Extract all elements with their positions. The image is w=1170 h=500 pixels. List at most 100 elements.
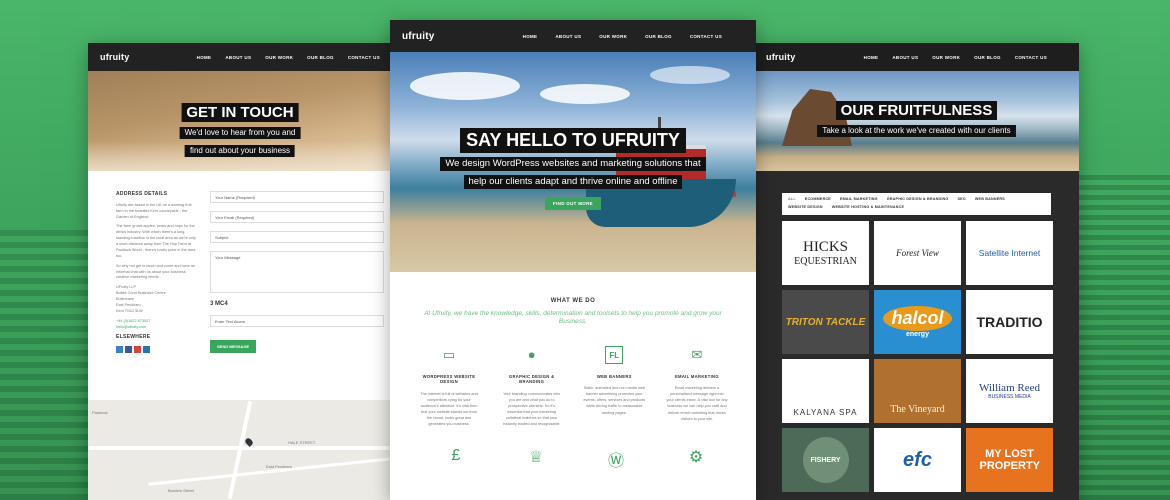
portfolio-tile[interactable]: KALYANA SPA bbox=[782, 359, 869, 423]
address-p2: The farm grows apples, pears and hops fo… bbox=[116, 224, 196, 258]
nav-about[interactable]: ABOUT US bbox=[892, 55, 918, 60]
portfolio-tile[interactable]: TRADITIO bbox=[966, 290, 1053, 354]
portfolio-tile[interactable]: Satellite Internet bbox=[966, 221, 1053, 285]
tile-sublabel: BUSINESS MEDIA bbox=[988, 394, 1031, 400]
send-message-button[interactable]: SEND MESSAGE bbox=[210, 340, 257, 353]
nav-work[interactable]: OUR WORK bbox=[265, 55, 293, 60]
nav-home[interactable]: HOME bbox=[197, 55, 212, 60]
portfolio-tile[interactable]: TRITON TACKLE bbox=[782, 290, 869, 354]
subject-field[interactable]: Subject bbox=[210, 231, 384, 243]
hero-subtitle-1: We design WordPress websites and marketi… bbox=[440, 157, 706, 171]
portfolio-tile[interactable]: William Reed BUSINESS MEDIA bbox=[966, 359, 1053, 423]
linkedin-icon[interactable] bbox=[143, 346, 150, 354]
nav-home[interactable]: HOME bbox=[864, 55, 879, 60]
pound-icon: £ bbox=[451, 447, 461, 465]
filter-all[interactable]: ALL bbox=[788, 197, 796, 201]
googleplus-icon[interactable] bbox=[134, 346, 141, 354]
captcha-image: 3 MC4 bbox=[210, 301, 228, 307]
logo[interactable]: ufruity bbox=[402, 31, 435, 42]
portfolio-tile[interactable]: HICKS EQUESTRIAN bbox=[782, 221, 869, 285]
nav-blog[interactable]: OUR BLOG bbox=[645, 34, 672, 39]
tile-label: KALYANA SPA bbox=[793, 408, 858, 417]
logo[interactable]: ufruity bbox=[100, 52, 129, 62]
address-details: ADDRESS DETAILS Ufruity are based in the… bbox=[116, 191, 196, 354]
portfolio-tile[interactable]: Forest View bbox=[874, 221, 961, 285]
email-link[interactable]: hello@ufruity.com bbox=[116, 325, 146, 329]
service-text: The internet is full of websites and com… bbox=[420, 391, 478, 427]
trophy-icon: ♕ bbox=[528, 449, 544, 467]
home-page-screenshot: ufruity HOME ABOUT US OUR WORK OUR BLOG … bbox=[390, 20, 756, 500]
service-banners: FL WEB BANNERS Static, animated and rich… bbox=[583, 345, 646, 428]
service-text: Static, animated and rich media web bann… bbox=[583, 386, 646, 415]
nav-work[interactable]: OUR WORK bbox=[932, 55, 960, 60]
portfolio-tile[interactable]: efc bbox=[874, 428, 961, 492]
filter-email[interactable]: EMAIL MARKETING bbox=[840, 197, 878, 201]
twitter-icon[interactable] bbox=[116, 346, 123, 354]
tile-label: TRITON TACKLE bbox=[785, 316, 866, 328]
filter-graphic[interactable]: GRAPHIC DESIGN & BRANDING bbox=[887, 197, 949, 201]
monitor-icon: ▭ bbox=[442, 346, 456, 362]
tile-label: MY LOST PROPERTY bbox=[979, 447, 1041, 472]
services-list: ▭ WORDPRESS WEBSITE DESIGN The internet … bbox=[390, 326, 756, 428]
map-label: Paddock bbox=[92, 410, 108, 415]
filter-banners[interactable]: WEB BANNERS bbox=[975, 197, 1005, 201]
filter-ecommerce[interactable]: ECOMMERCE bbox=[805, 197, 831, 201]
what-we-do-lead: At Ufruity, we have the knowledge, skill… bbox=[424, 310, 722, 325]
nav-home[interactable]: HOME bbox=[523, 34, 538, 39]
navbar: ufruity HOME ABOUT US OUR WORK OUR BLOG … bbox=[88, 43, 392, 71]
service-title: WEB BANNERS bbox=[596, 373, 632, 379]
portfolio-tile[interactable]: FISHERY bbox=[782, 428, 869, 492]
what-we-do-title: WHAT WE DO bbox=[550, 298, 596, 304]
captcha-field[interactable]: Enter Text Above bbox=[210, 315, 384, 327]
nav-contact[interactable]: CONTACT US bbox=[348, 55, 380, 60]
nav-work[interactable]: OUR WORK bbox=[599, 34, 627, 39]
hero: GET IN TOUCH We'd love to hear from you … bbox=[88, 71, 392, 171]
address-company: UFruity LLP bbox=[116, 285, 137, 290]
portfolio-tile[interactable]: halcol energy bbox=[874, 290, 961, 354]
cloud bbox=[650, 66, 730, 84]
tile-label: efc bbox=[903, 448, 932, 471]
address-line1: Boltek Court Business Centre bbox=[116, 291, 166, 296]
hero-subtitle-2: help our clients adapt and thrive online… bbox=[463, 175, 683, 189]
contact-form: Your Name (Required) Your Email (Require… bbox=[210, 191, 384, 353]
navbar: ufruity HOME ABOUT US OUR WORK OUR BLOG … bbox=[754, 43, 1079, 71]
nav-menu: HOME ABOUT US OUR WORK OUR BLOG CONTACT … bbox=[523, 34, 722, 39]
contact-page-screenshot: ufruity HOME ABOUT US OUR WORK OUR BLOG … bbox=[88, 43, 392, 500]
logo[interactable]: ufruity bbox=[766, 52, 795, 62]
map-road bbox=[227, 400, 253, 500]
nav-about[interactable]: ABOUT US bbox=[555, 34, 581, 39]
name-field[interactable]: Your Name (Required) bbox=[210, 191, 384, 203]
message-field[interactable]: Your Message bbox=[210, 251, 384, 293]
filter-seo[interactable]: SEO bbox=[957, 197, 965, 201]
nav-about[interactable]: ABOUT US bbox=[225, 55, 251, 60]
services-icons-row-2: £ ♕ Ⓦ ⚙ bbox=[390, 427, 756, 471]
social-links bbox=[116, 346, 196, 354]
hero-subtitle-2: find out about your business bbox=[184, 145, 296, 157]
nav-menu: HOME ABOUT US OUR WORK OUR BLOG CONTACT … bbox=[197, 55, 380, 60]
nav-blog[interactable]: OUR BLOG bbox=[974, 55, 1001, 60]
tile-label: The Vineyard bbox=[890, 404, 945, 415]
hero-text: SAY HELLO TO UFRUITY We design WordPress… bbox=[423, 128, 723, 210]
nav-contact[interactable]: CONTACT US bbox=[690, 34, 722, 39]
filter-hosting[interactable]: WEBSITE HOSTING & MAINTENANCE bbox=[832, 205, 904, 209]
portfolio-tile[interactable]: The Vineyard bbox=[874, 359, 961, 423]
nav-blog[interactable]: OUR BLOG bbox=[307, 55, 334, 60]
facebook-icon[interactable] bbox=[125, 346, 132, 354]
hero: OUR FRUITFULNESS Take a look at the work… bbox=[754, 71, 1079, 171]
hero-title: SAY HELLO TO UFRUITY bbox=[460, 128, 686, 153]
email-field[interactable]: Your Email (Required) bbox=[210, 211, 384, 223]
cloud bbox=[410, 72, 520, 100]
address-line3: East Peckham bbox=[116, 302, 141, 307]
service-graphic: ● GRAPHIC DESIGN & BRANDING Your brandin… bbox=[501, 346, 563, 428]
filter-website-design[interactable]: WEBSITE DESIGN bbox=[788, 205, 823, 209]
address-block: UFruity LLP Boltek Court Business Centre… bbox=[116, 285, 196, 314]
find-out-more-button[interactable]: FIND OUT MORE bbox=[545, 197, 601, 210]
portfolio-tile[interactable]: MY LOST PROPERTY bbox=[966, 428, 1053, 492]
tile-sublabel: EQUESTRIAN bbox=[794, 256, 857, 267]
map[interactable]: HALE STREET East Peckham Borders Street … bbox=[88, 400, 392, 500]
nav-contact[interactable]: CONTACT US bbox=[1015, 55, 1047, 60]
service-title: EMAIL MARKETING bbox=[674, 373, 719, 379]
portfolio-page-screenshot: ufruity HOME ABOUT US OUR WORK OUR BLOG … bbox=[754, 43, 1079, 500]
phone-link[interactable]: +44 (0)1622 873027 bbox=[116, 319, 150, 323]
map-label: East Peckham bbox=[266, 464, 292, 469]
